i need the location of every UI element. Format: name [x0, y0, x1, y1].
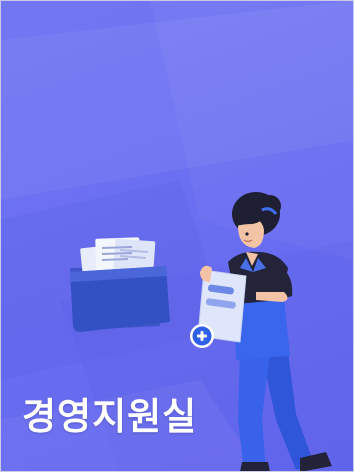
plus-circle-icon[interactable] — [190, 324, 214, 348]
department-card[interactable]: 경영지원실 — [0, 0, 354, 472]
folder-with-documents-icon — [70, 237, 170, 332]
woman-holding-document — [228, 192, 332, 472]
department-title: 경영지원실 — [22, 395, 198, 438]
